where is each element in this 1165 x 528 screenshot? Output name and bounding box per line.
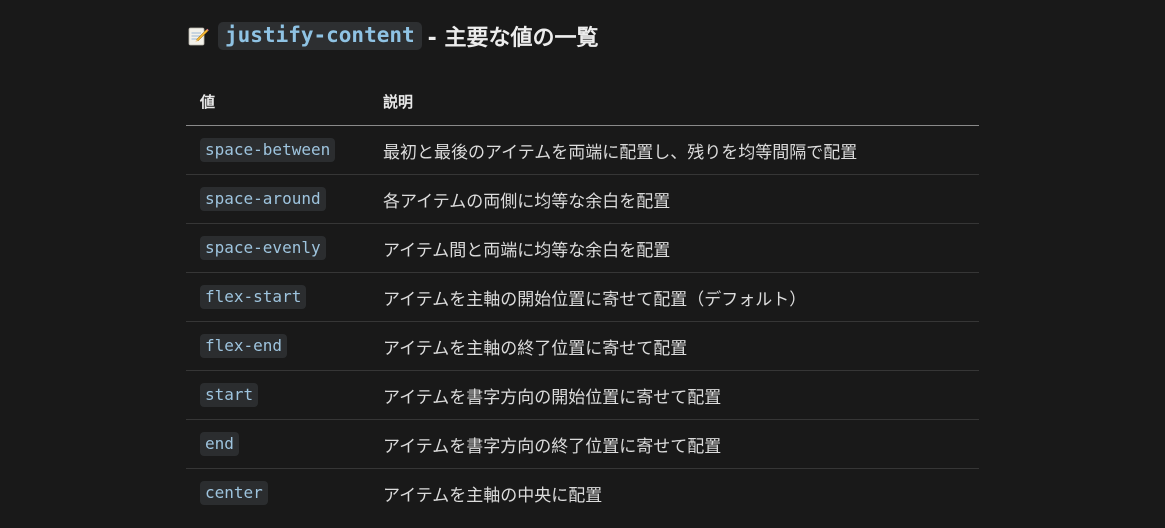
value-code: space-around [200,187,326,211]
value-cell: end [186,419,383,469]
table-row: start アイテムを書字方向の開始位置に寄せて配置 [186,370,979,420]
description-cell: アイテムを書字方向の終了位置に寄せて配置 [383,419,979,469]
value-code: start [200,383,259,407]
table-row: space-around 各アイテムの両側に均等な余白を配置 [186,174,979,224]
value-cell: space-evenly [186,223,383,273]
section-heading: justify-content - 主要な値の一覧 [187,18,598,54]
description-cell: 最初と最後のアイテムを両端に配置し、残りを均等間隔で配置 [383,125,979,175]
memo-icon [187,25,209,47]
value-code: center [200,481,268,505]
value-code: space-evenly [200,236,326,260]
value-code: flex-end [200,334,288,358]
value-cell: center [186,469,383,518]
value-code: end [200,432,239,456]
value-cell: start [186,370,383,420]
table-row: end アイテムを書字方向の終了位置に寄せて配置 [186,419,979,469]
heading-text: - 主要な値の一覧 [427,26,599,51]
values-table: 値 説明 space-between 最初と最後のアイテムを両端に配置し、残りを… [186,77,979,517]
value-code: flex-start [200,285,307,309]
description-cell: アイテムを主軸の開始位置に寄せて配置（デフォルト） [383,272,979,322]
description-cell: アイテムを主軸の中央に配置 [383,485,603,506]
table-row: space-between 最初と最後のアイテムを両端に配置し、残りを均等間隔で… [186,125,979,175]
heading-code: justify-content [218,22,422,50]
description-cell: アイテムを主軸の終了位置に寄せて配置 [383,321,979,371]
description-cell: アイテム間と両端に均等な余白を配置 [383,223,979,273]
description-cell: アイテムを書字方向の開始位置に寄せて配置 [383,370,979,420]
header-value: 値 [186,77,383,126]
table-row: center アイテムを主軸の中央に配置 [186,469,979,518]
table-row: space-evenly アイテム間と両端に均等な余白を配置 [186,223,979,273]
table-row: flex-end アイテムを主軸の終了位置に寄せて配置 [186,321,979,371]
header-description: 説明 [383,77,979,126]
table-header-row: 値 説明 [186,77,979,126]
value-cell: space-around [186,174,383,224]
value-cell: flex-end [186,321,383,371]
value-cell: space-between [186,125,383,175]
value-cell: flex-start [186,272,383,322]
value-code: space-between [200,138,336,162]
description-cell: 各アイテムの両側に均等な余白を配置 [383,174,979,224]
table-row: flex-start アイテムを主軸の開始位置に寄せて配置（デフォルト） [186,272,979,322]
